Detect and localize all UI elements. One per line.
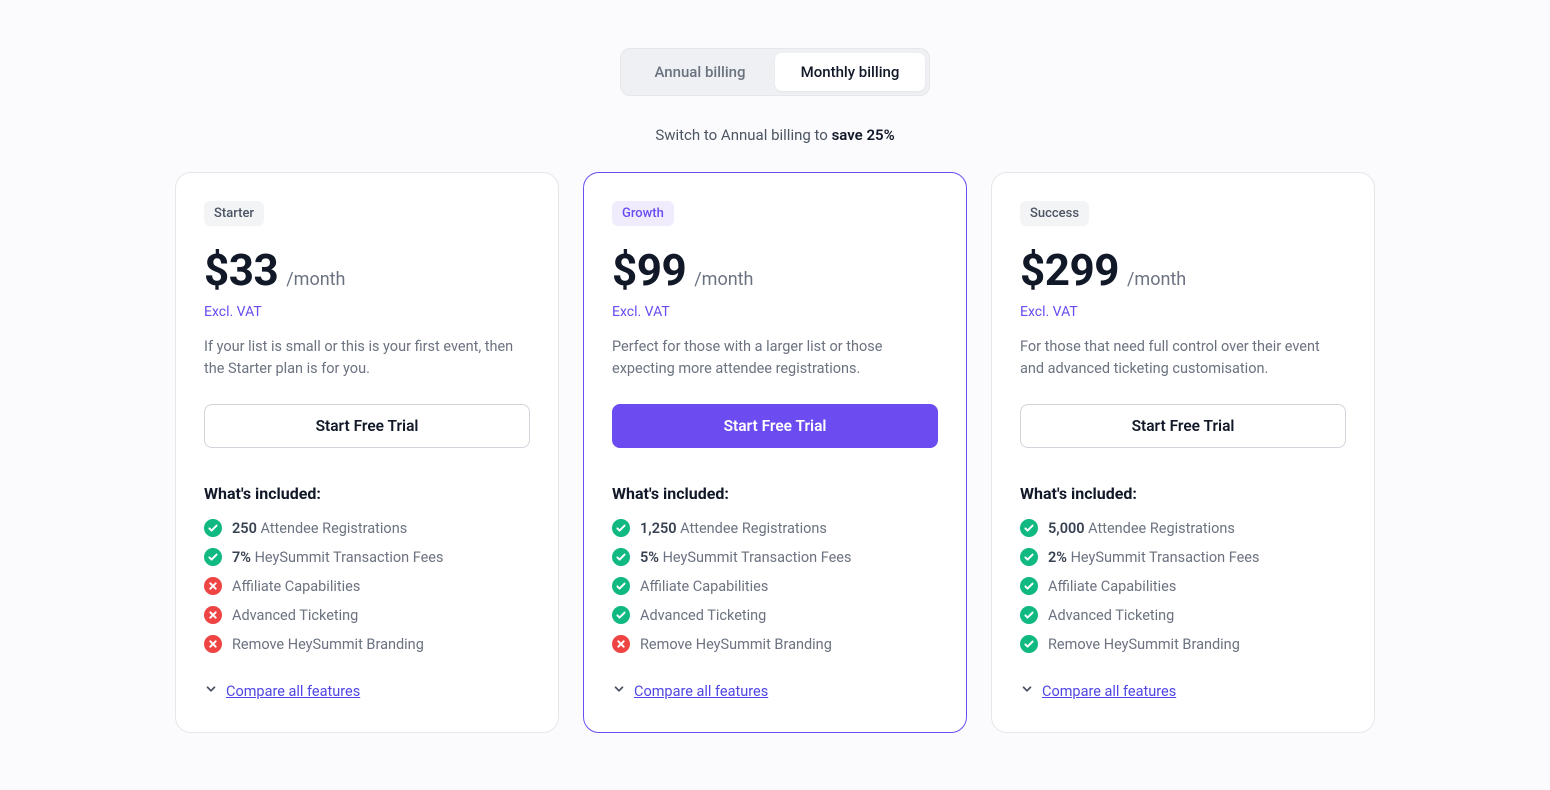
feature-item: 250 Attendee Registrations [204, 519, 530, 537]
feature-text: Advanced Ticketing [232, 607, 358, 624]
feature-text: Affiliate Capabilities [640, 578, 768, 595]
feature-item: Remove HeySummit Branding [1020, 635, 1346, 653]
switch-note: Switch to Annual billing to save 25% [175, 126, 1375, 144]
check-circle-icon [612, 548, 630, 566]
x-circle-icon [204, 577, 222, 595]
check-circle-icon [1020, 577, 1038, 595]
compare-all-features-link[interactable]: Compare all features [1020, 682, 1176, 700]
start-free-trial-button[interactable]: Start Free Trial [612, 404, 938, 448]
feature-list: 1,250 Attendee Registrations 5% HeySummi… [612, 519, 938, 653]
feature-text: 5% HeySummit Transaction Fees [640, 549, 851, 566]
x-circle-icon [204, 606, 222, 624]
chevron-down-icon [612, 682, 626, 700]
start-free-trial-button[interactable]: Start Free Trial [204, 404, 530, 448]
vat-note: Excl. VAT [612, 304, 938, 320]
check-circle-icon [612, 577, 630, 595]
feature-item: Advanced Ticketing [204, 606, 530, 624]
monthly-billing-tab[interactable]: Monthly billing [775, 53, 925, 91]
check-circle-icon [204, 519, 222, 537]
feature-text: Remove HeySummit Branding [1048, 636, 1240, 653]
check-circle-icon [612, 606, 630, 624]
feature-text: Remove HeySummit Branding [640, 636, 832, 653]
feature-text: Advanced Ticketing [640, 607, 766, 624]
feature-item: Advanced Ticketing [1020, 606, 1346, 624]
included-title: What's included: [612, 484, 938, 503]
price-period: /month [694, 269, 753, 290]
included-title: What's included: [1020, 484, 1346, 503]
feature-text: 5,000 Attendee Registrations [1048, 520, 1235, 537]
switch-note-text: Switch to Annual billing to [655, 126, 831, 144]
compare-label: Compare all features [226, 683, 360, 700]
chevron-down-icon [1020, 682, 1034, 700]
check-circle-icon [1020, 519, 1038, 537]
plan-badge: Success [1020, 201, 1089, 226]
billing-toggle: Annual billing Monthly billing [620, 48, 930, 96]
check-circle-icon [612, 519, 630, 537]
feature-item: Remove HeySummit Branding [204, 635, 530, 653]
x-circle-icon [204, 635, 222, 653]
feature-text: 2% HeySummit Transaction Fees [1048, 549, 1259, 566]
price-row: $99 /month [612, 244, 938, 296]
check-circle-icon [204, 548, 222, 566]
check-circle-icon [1020, 548, 1038, 566]
plans-row: Starter $33 /month Excl. VAT If your lis… [175, 172, 1375, 733]
chevron-down-icon [204, 682, 218, 700]
feature-text: Affiliate Capabilities [232, 578, 360, 595]
feature-text: Affiliate Capabilities [1048, 578, 1176, 595]
feature-item: 7% HeySummit Transaction Fees [204, 548, 530, 566]
check-circle-icon [1020, 606, 1038, 624]
plan-description: If your list is small or this is your fi… [204, 336, 530, 382]
feature-item: 1,250 Attendee Registrations [612, 519, 938, 537]
compare-all-features-link[interactable]: Compare all features [204, 682, 360, 700]
x-circle-icon [612, 635, 630, 653]
plan-card-success: Success $299 /month Excl. VAT For those … [991, 172, 1375, 733]
price-amount: $33 [204, 244, 278, 296]
feature-item: 5% HeySummit Transaction Fees [612, 548, 938, 566]
price-row: $33 /month [204, 244, 530, 296]
feature-text: 7% HeySummit Transaction Fees [232, 549, 443, 566]
feature-text: Remove HeySummit Branding [232, 636, 424, 653]
feature-item: Remove HeySummit Branding [612, 635, 938, 653]
feature-text: 250 Attendee Registrations [232, 520, 407, 537]
plan-description: For those that need full control over th… [1020, 336, 1346, 382]
compare-label: Compare all features [634, 683, 768, 700]
plan-description: Perfect for those with a larger list or … [612, 336, 938, 382]
price-amount: $299 [1020, 244, 1119, 296]
check-circle-icon [1020, 635, 1038, 653]
compare-label: Compare all features [1042, 683, 1176, 700]
vat-note: Excl. VAT [1020, 304, 1346, 320]
feature-item: Affiliate Capabilities [612, 577, 938, 595]
price-period: /month [286, 269, 345, 290]
plan-card-growth: Growth $99 /month Excl. VAT Perfect for … [583, 172, 967, 733]
feature-item: 5,000 Attendee Registrations [1020, 519, 1346, 537]
feature-text: Advanced Ticketing [1048, 607, 1174, 624]
plan-badge: Growth [612, 201, 674, 226]
price-period: /month [1127, 269, 1186, 290]
feature-item: Affiliate Capabilities [204, 577, 530, 595]
price-row: $299 /month [1020, 244, 1346, 296]
vat-note: Excl. VAT [204, 304, 530, 320]
annual-billing-tab[interactable]: Annual billing [625, 53, 775, 91]
compare-all-features-link[interactable]: Compare all features [612, 682, 768, 700]
included-title: What's included: [204, 484, 530, 503]
feature-item: Advanced Ticketing [612, 606, 938, 624]
start-free-trial-button[interactable]: Start Free Trial [1020, 404, 1346, 448]
feature-list: 5,000 Attendee Registrations 2% HeySummi… [1020, 519, 1346, 653]
feature-list: 250 Attendee Registrations 7% HeySummit … [204, 519, 530, 653]
plan-badge: Starter [204, 201, 264, 226]
feature-item: 2% HeySummit Transaction Fees [1020, 548, 1346, 566]
price-amount: $99 [612, 244, 686, 296]
feature-text: 1,250 Attendee Registrations [640, 520, 827, 537]
feature-item: Affiliate Capabilities [1020, 577, 1346, 595]
plan-card-starter: Starter $33 /month Excl. VAT If your lis… [175, 172, 559, 733]
switch-note-bold: save 25% [832, 126, 895, 144]
